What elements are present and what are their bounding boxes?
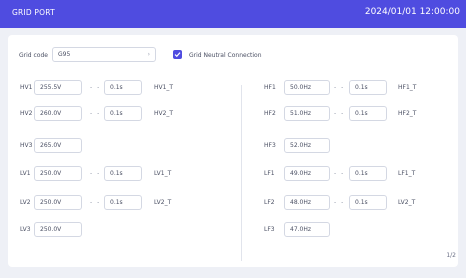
hf2-time-field[interactable]: 0.1s xyxy=(349,106,387,121)
lf3-label: LF3 xyxy=(264,226,275,233)
lf3-value-field[interactable]: 47.0Hz xyxy=(284,222,330,237)
lf2-time-label: LV2_T xyxy=(398,199,416,206)
hv1-separator: - - xyxy=(90,84,101,91)
hf2-time-label: HF2_T xyxy=(398,110,417,117)
hf3-value-field[interactable]: 52.0Hz xyxy=(284,138,330,153)
hv2-time-label: HV2_T xyxy=(154,110,174,117)
lv3-value-field[interactable]: 250.0V xyxy=(34,222,82,237)
hf1-time-field[interactable]: 0.1s xyxy=(349,80,387,95)
lf2-time-field[interactable]: 0.1s xyxy=(349,195,387,210)
lv2-time-field[interactable]: 0.1s xyxy=(104,195,142,210)
grid-neutral-label: Grid Neutral Connection xyxy=(189,52,262,59)
hv3-label: HV3 xyxy=(20,142,33,149)
lv2-time-label: LV2_T xyxy=(154,199,172,206)
grid-code-value: G95 xyxy=(58,51,71,58)
hv2-label: HV2 xyxy=(20,110,33,117)
page-title: GRID PORT xyxy=(12,8,55,17)
hv2-value-field[interactable]: 260.0V xyxy=(34,106,82,121)
hf2-label: HF2 xyxy=(264,110,276,117)
hf1-time-label: HF1_T xyxy=(398,84,417,91)
lv1-separator: - - xyxy=(90,170,101,177)
hv1-label: HV1 xyxy=(20,84,33,91)
lf1-value-field[interactable]: 49.0Hz xyxy=(284,166,330,181)
lv1-label: LV1 xyxy=(20,170,31,177)
lv1-value-field[interactable]: 250.0V xyxy=(34,166,82,181)
lv2-value-field[interactable]: 250.0V xyxy=(34,195,82,210)
hv2-time-field[interactable]: 0.1s xyxy=(104,106,142,121)
lv1-time-label: LV1_T xyxy=(154,170,172,177)
title-bar: GRID PORT 2024/01/01 12:00:00 xyxy=(0,0,466,28)
hf1-label: HF1 xyxy=(264,84,276,91)
settings-panel: Grid code G95 › Grid Neutral Connection … xyxy=(8,35,458,267)
hf1-value-field[interactable]: 50.0Hz xyxy=(284,80,330,95)
checkmark-icon xyxy=(174,52,181,58)
lf1-time-label: LF1_T xyxy=(398,170,416,177)
column-divider xyxy=(241,85,242,261)
grid-code-select[interactable]: G95 › xyxy=(52,47,156,62)
lv3-label: LV3 xyxy=(20,226,31,233)
hf1-separator: - - xyxy=(334,84,345,91)
lv1-time-field[interactable]: 0.1s xyxy=(104,166,142,181)
lf2-value-field[interactable]: 48.0Hz xyxy=(284,195,330,210)
hv3-value-field[interactable]: 265.0V xyxy=(34,138,82,153)
hv2-separator: - - xyxy=(90,110,101,117)
lf2-label: LF2 xyxy=(264,199,275,206)
hf3-label: HF3 xyxy=(264,142,276,149)
hf2-value-field[interactable]: 51.0Hz xyxy=(284,106,330,121)
lv2-separator: - - xyxy=(90,199,101,206)
lf1-time-field[interactable]: 0.1s xyxy=(349,166,387,181)
lf1-label: LF1 xyxy=(264,170,275,177)
grid-code-label: Grid code xyxy=(19,52,48,59)
chevron-right-icon: › xyxy=(147,51,150,58)
grid-neutral-checkbox[interactable] xyxy=(173,50,182,59)
hv1-time-label: HV1_T xyxy=(154,84,174,91)
hf2-separator: - - xyxy=(334,110,345,117)
hv1-time-field[interactable]: 0.1s xyxy=(104,80,142,95)
lv2-label: LV2 xyxy=(20,199,31,206)
hv1-value-field[interactable]: 255.5V xyxy=(34,80,82,95)
page-indicator: 1/2 xyxy=(446,252,456,259)
datetime-display: 2024/01/01 12:00:00 xyxy=(364,7,460,17)
lf1-separator: - - xyxy=(334,170,345,177)
lf2-separator: - - xyxy=(334,199,345,206)
